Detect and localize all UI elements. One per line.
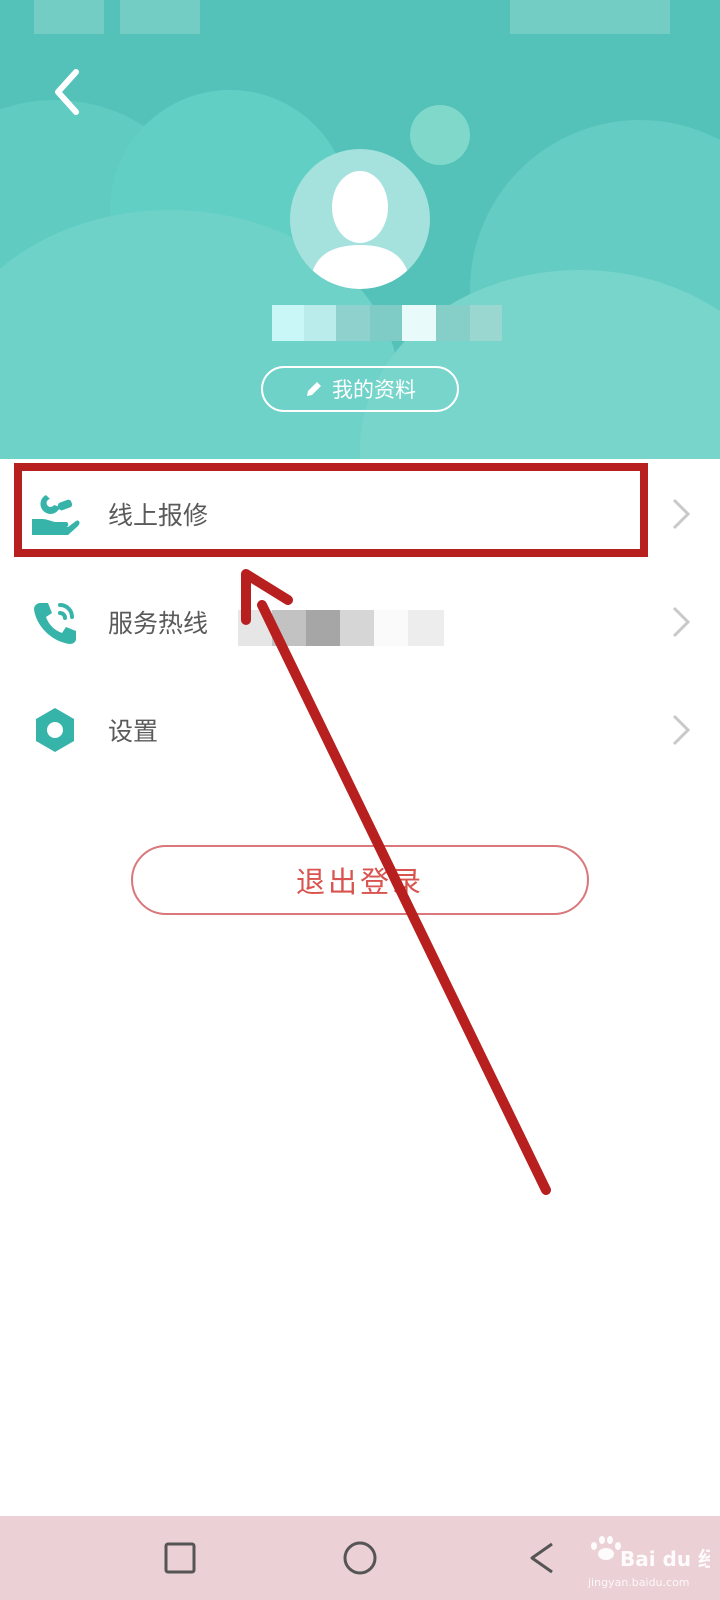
chevron-left-icon [55,69,79,115]
recent-apps-icon [164,1542,196,1574]
menu-item-label: 服务热线 [108,609,209,638]
menu-item-settings[interactable]: 设置 [0,678,720,782]
avatar[interactable] [290,149,430,289]
home-button[interactable] [334,1532,386,1584]
nav-back-button[interactable] [516,1532,568,1584]
watermark-url: jingyan.baidu.com [587,1576,690,1589]
logout-label: 退出登录 [295,865,424,899]
status-bar-blurred [120,0,200,34]
username-blurred [270,305,510,341]
home-icon [343,1541,377,1575]
chevron-right-icon [668,602,694,642]
back-icon [530,1542,553,1574]
user-silhouette-icon [310,171,410,289]
back-button[interactable] [44,62,92,122]
my-profile-label: 我的资料 [332,378,416,402]
watermark-brand-text: Bai du 经验 [620,1547,710,1571]
header-bubble [410,105,470,165]
profile-header: 我的资料 [0,0,720,459]
recent-apps-button[interactable] [154,1532,206,1584]
phone-call-icon [30,597,80,647]
annotation-highlight-box [14,463,648,557]
pencil-icon [307,382,321,396]
my-profile-button[interactable]: 我的资料 [261,366,459,412]
menu-item-label: 设置 [108,717,159,746]
header-bubble [360,270,720,459]
status-bar-blurred [34,0,104,34]
status-bar-blurred [510,0,670,34]
hotline-number-blurred [238,610,444,646]
logout-button[interactable]: 退出登录 [131,845,589,915]
hexagon-settings-icon [30,705,80,755]
chevron-right-icon [668,494,694,534]
chevron-right-icon [668,710,694,750]
baidu-jingyan-watermark: Bai du 经验 jingyan.baidu.com [580,1526,720,1592]
